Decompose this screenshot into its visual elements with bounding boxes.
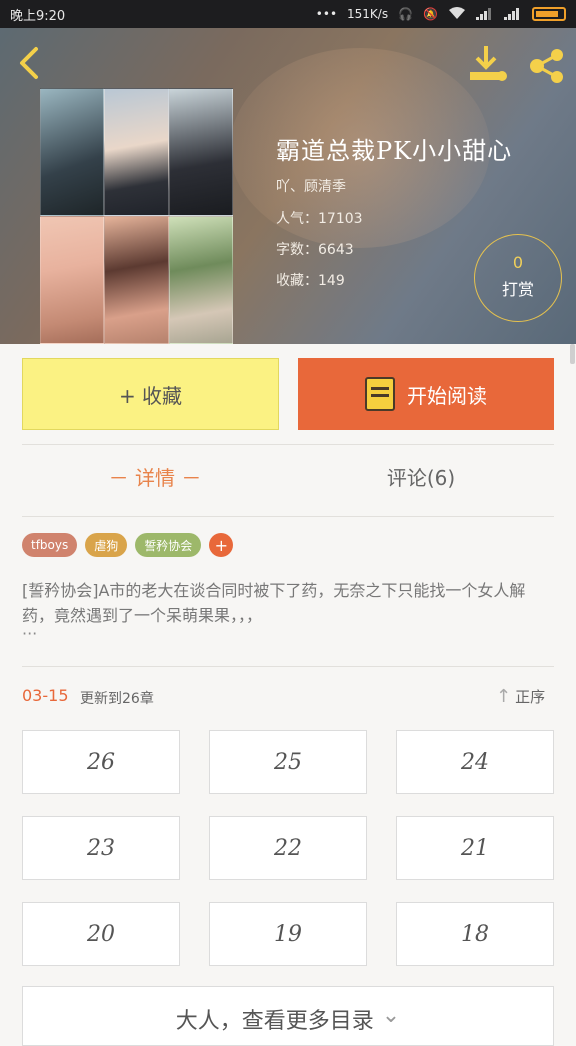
chapter-grid: 26 25 24 23 22 21 20 19 18 [22, 730, 554, 966]
mute-icon: 🔕 [423, 7, 438, 21]
chapter-button[interactable]: 23 [22, 816, 180, 880]
start-reading-label: 开始阅读 [407, 383, 487, 408]
reward-button[interactable]: 0 打赏 [474, 234, 562, 322]
reward-label: 打赏 [501, 280, 534, 299]
book-author[interactable]: 吖、顾清季 [276, 176, 346, 196]
battery-icon [532, 7, 566, 21]
cover-photo [169, 88, 233, 216]
signal-icon-1 [476, 8, 494, 20]
update-date: 03-15 [22, 686, 69, 705]
book-title: 霸道总裁PK小小甜心 [276, 137, 513, 165]
start-reading-button[interactable]: 开始阅读 [298, 358, 554, 430]
sort-label: 正序 [515, 688, 546, 706]
tag-shijin-xiehui[interactable]: 誓矜协会 [135, 533, 202, 557]
cover-photo [104, 88, 169, 216]
book-favorites: 收藏：149 [276, 273, 345, 289]
tag-list: tfboys 虐狗 誓矜协会 + [22, 533, 234, 557]
book-word-count: 字数：6643 [276, 242, 354, 258]
download-icon[interactable] [468, 44, 510, 84]
add-favorite-button[interactable]: + 收藏 [22, 358, 279, 430]
cover-photo [169, 216, 233, 344]
view-more-label: 大人，查看更多目录 [175, 1009, 374, 1034]
share-icon[interactable] [528, 48, 566, 84]
book-cover [40, 88, 233, 344]
notification-dots: ••• [315, 7, 338, 21]
net-speed: 151K/s [347, 7, 389, 21]
book-icon [365, 377, 395, 411]
tab-detail[interactable]: － 详情 － [22, 462, 288, 491]
back-arrow-icon[interactable] [14, 46, 48, 80]
signal-icon-2 [504, 8, 522, 20]
status-time: 晚上9:20 [10, 8, 66, 24]
add-favorite-label: + 收藏 [118, 383, 183, 408]
cover-photo [40, 216, 104, 344]
tag-nuegou[interactable]: 虐狗 [85, 533, 128, 557]
status-icons: ••• 151K/s 🎧 🔕 [316, 6, 566, 23]
description-expand[interactable]: ··· [22, 624, 37, 643]
add-tag-button[interactable]: + [209, 533, 234, 557]
cover-photo [104, 216, 169, 344]
arrow-up-icon: ↑ [496, 686, 512, 707]
chapter-button[interactable]: 18 [396, 902, 554, 966]
chapter-button[interactable]: 21 [396, 816, 554, 880]
tag-tfboys[interactable]: tfboys [22, 533, 78, 557]
reward-count: 0 [512, 253, 524, 272]
scrollbar[interactable] [570, 344, 575, 364]
chapter-button[interactable]: 20 [22, 902, 180, 966]
status-bar: 晚上9:20 ••• 151K/s 🎧 🔕 [0, 0, 576, 28]
cover-photo [40, 88, 104, 216]
divider [22, 444, 554, 445]
chapter-button[interactable]: 19 [209, 902, 367, 966]
divider [22, 666, 554, 667]
chevron-down-icon: ⌄ [381, 1003, 401, 1028]
wifi-icon [448, 6, 466, 23]
update-text: 更新到26章 [80, 691, 154, 707]
book-description: [誓矜协会]A市的老大在谈合同时被下了药，无奈之下只能找一个女人解药，竟然遇到了… [22, 581, 526, 625]
view-more-chapters-button[interactable]: 大人，查看更多目录 ⌄ [22, 986, 554, 1046]
book-header: 霸道总裁PK小小甜心 吖、顾清季 人气：17103 字数：6643 收藏：149… [0, 28, 576, 344]
tab-comments[interactable]: 评论(6) [288, 462, 554, 491]
chapter-button[interactable]: 24 [396, 730, 554, 794]
chapter-button[interactable]: 25 [209, 730, 367, 794]
book-popularity: 人气：17103 [276, 211, 363, 227]
divider [22, 516, 554, 517]
chapter-button[interactable]: 22 [209, 816, 367, 880]
headphones-icon: 🎧 [398, 7, 414, 21]
chapter-button[interactable]: 26 [22, 730, 180, 794]
sort-order-button[interactable]: ↑ 正序 [496, 686, 545, 707]
